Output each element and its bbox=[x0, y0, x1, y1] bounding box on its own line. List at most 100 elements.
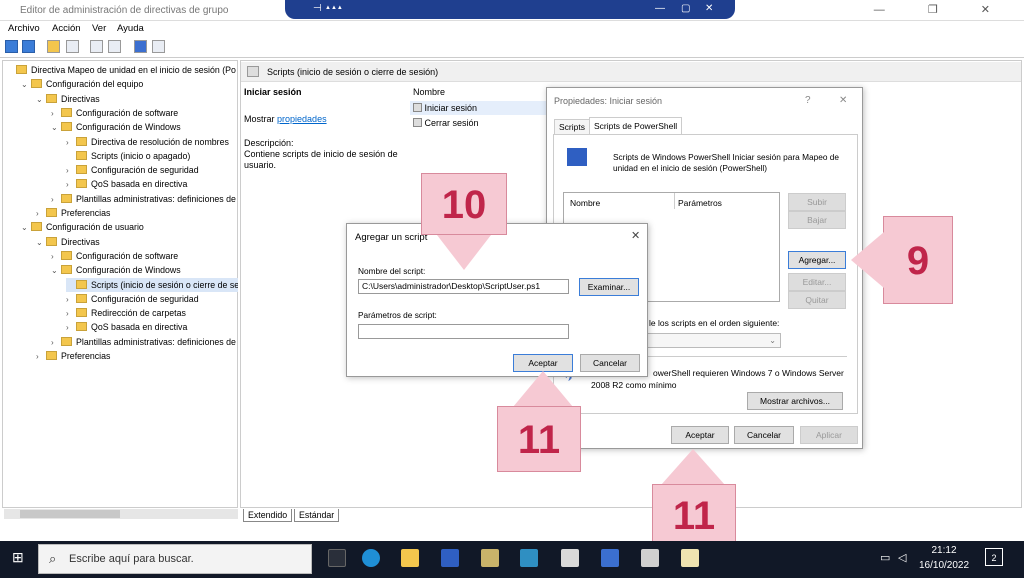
tree-node[interactable]: ⌄ Configuración de Windows bbox=[51, 120, 238, 134]
tree-node[interactable]: ⌄ Configuración de usuario bbox=[21, 220, 238, 234]
show-tree-icon[interactable] bbox=[66, 40, 79, 53]
show-files-button[interactable]: Mostrar archivos... bbox=[747, 392, 843, 410]
expander-icon[interactable]: ⌄ bbox=[21, 221, 31, 234]
expander-icon[interactable]: › bbox=[51, 193, 61, 206]
up-button[interactable]: Subir bbox=[788, 193, 846, 211]
expander-icon[interactable]: › bbox=[66, 321, 76, 334]
edit-button[interactable]: Editar... bbox=[788, 273, 846, 291]
volume-icon[interactable]: ◁ bbox=[898, 551, 906, 564]
list-item-cerrar[interactable]: Cerrar sesión bbox=[413, 118, 479, 128]
rdp-restore-button[interactable]: ▢ bbox=[681, 3, 690, 14]
tree-node[interactable]: Scripts (inicio o apagado) bbox=[66, 149, 238, 163]
notepad-icon[interactable] bbox=[561, 549, 579, 567]
expander-icon[interactable]: › bbox=[51, 107, 61, 120]
expander-icon[interactable]: › bbox=[36, 207, 46, 220]
gpo-editor-icon[interactable] bbox=[641, 549, 659, 567]
add-button[interactable]: Agregar... bbox=[788, 251, 846, 269]
script-name-input[interactable]: C:\Users\administrador\Desktop\ScriptUse… bbox=[358, 279, 569, 294]
tree-node[interactable]: › Configuración de software bbox=[51, 249, 238, 263]
expander-icon[interactable]: › bbox=[66, 178, 76, 191]
task-view-icon[interactable] bbox=[328, 549, 346, 567]
expander-icon[interactable]: ⌄ bbox=[36, 236, 46, 249]
expander-icon[interactable]: › bbox=[66, 293, 76, 306]
menu-ver[interactable]: Ver bbox=[92, 23, 106, 34]
expander-icon[interactable]: › bbox=[66, 307, 76, 320]
list-item-iniciar[interactable]: Iniciar sesión bbox=[413, 103, 477, 113]
up-folder-icon[interactable] bbox=[47, 40, 60, 53]
order-dropdown[interactable]: ⌄ bbox=[647, 333, 781, 348]
apply-button[interactable]: Aplicar bbox=[800, 426, 858, 444]
taskbar-search[interactable]: ⌕ Escribe aquí para buscar. bbox=[38, 544, 312, 574]
tree-node[interactable]: › Configuración de seguridad bbox=[66, 163, 238, 177]
export-icon[interactable] bbox=[108, 40, 121, 53]
tree-scroll-thumb[interactable] bbox=[20, 510, 120, 518]
column-name[interactable]: Nombre bbox=[413, 87, 445, 97]
add-script-ok-button[interactable]: Aceptar bbox=[513, 354, 573, 372]
tree-node[interactable]: › Configuración de software bbox=[51, 106, 238, 120]
expander-icon[interactable]: › bbox=[51, 250, 61, 263]
browse-button[interactable]: Examinar... bbox=[579, 278, 639, 296]
add-script-cancel-button[interactable]: Cancelar bbox=[580, 354, 640, 372]
tab-powershell[interactable]: Scripts de PowerShell bbox=[589, 117, 683, 135]
expander-icon[interactable]: › bbox=[36, 350, 46, 363]
tree-node[interactable]: ⌄ Directivas bbox=[36, 92, 238, 106]
tree-node[interactable]: › Preferencias bbox=[36, 349, 238, 363]
tree-node[interactable]: › QoS basada en directiva bbox=[66, 177, 238, 191]
edge-icon[interactable] bbox=[362, 549, 380, 567]
view-icon[interactable] bbox=[152, 40, 165, 53]
file-explorer-icon[interactable] bbox=[401, 549, 419, 567]
network-icon[interactable]: ▭ bbox=[880, 551, 890, 564]
expander-icon[interactable]: › bbox=[66, 164, 76, 177]
col-parametros[interactable]: Parámetros bbox=[678, 198, 722, 208]
windows-start-icon[interactable]: ⊞ bbox=[12, 550, 26, 564]
tab-scripts[interactable]: Scripts bbox=[554, 119, 590, 135]
help-button[interactable]: ? bbox=[805, 95, 811, 106]
properties-icon[interactable] bbox=[90, 40, 103, 53]
tab-extendido[interactable]: Extendido bbox=[243, 509, 293, 522]
pin-icon[interactable]: ⊣ bbox=[313, 3, 322, 14]
properties-close-button[interactable]: ✕ bbox=[839, 95, 847, 106]
down-button[interactable]: Bajar bbox=[788, 211, 846, 229]
clock-time[interactable]: 21:12 bbox=[926, 545, 962, 556]
tree-node[interactable]: › Directiva de resolución de nombres bbox=[66, 135, 238, 149]
powershell-taskbar-icon[interactable] bbox=[441, 549, 459, 567]
window-controls[interactable]: — ❐ ✕ bbox=[874, 3, 1010, 16]
back-icon[interactable] bbox=[5, 40, 18, 53]
clock-date[interactable]: 16/10/2022 bbox=[919, 560, 969, 571]
expander-icon[interactable]: › bbox=[51, 336, 61, 349]
gpmc-icon[interactable] bbox=[601, 549, 619, 567]
remove-button[interactable]: Quitar bbox=[788, 291, 846, 309]
powershell-ise-icon[interactable] bbox=[520, 549, 538, 567]
add-script-close-button[interactable]: ✕ bbox=[631, 229, 640, 242]
notifications-icon[interactable]: 2 bbox=[985, 548, 1003, 566]
tree-node[interactable]: Directiva Mapeo de unidad en el inicio d… bbox=[6, 63, 238, 77]
help-icon[interactable] bbox=[134, 40, 147, 53]
expander-icon[interactable]: › bbox=[66, 136, 76, 149]
menu-archivo[interactable]: Archivo bbox=[8, 23, 40, 34]
tree-node[interactable]: › Configuración de seguridad bbox=[66, 292, 238, 306]
forward-icon[interactable] bbox=[22, 40, 35, 53]
tree-node[interactable]: › Redirección de carpetas bbox=[66, 306, 238, 320]
properties-link[interactable]: propiedades bbox=[277, 114, 327, 124]
menu-accion[interactable]: Acción bbox=[52, 23, 81, 34]
script-file-icon[interactable] bbox=[681, 549, 699, 567]
tree-node[interactable]: › Plantillas administrativas: definicione… bbox=[51, 192, 238, 206]
tree-node[interactable]: ⌄ Configuración de Windows bbox=[51, 263, 238, 277]
tree-node[interactable]: › QoS basada en directiva bbox=[66, 320, 238, 334]
tree-node[interactable]: Scripts (inicio de sesión o cierre de se bbox=[66, 277, 238, 292]
expander-icon[interactable]: ⌄ bbox=[36, 93, 46, 106]
tree-node[interactable]: ⌄ Directivas bbox=[36, 235, 238, 249]
tab-estandar[interactable]: Estándar bbox=[294, 509, 340, 522]
expander-icon[interactable]: ⌄ bbox=[21, 78, 31, 91]
properties-ok-button[interactable]: Aceptar bbox=[671, 426, 729, 444]
expander-icon[interactable]: ⌄ bbox=[51, 121, 61, 134]
col-nombre[interactable]: Nombre bbox=[570, 198, 600, 208]
script-params-input[interactable] bbox=[358, 324, 569, 339]
expander-icon[interactable]: ⌄ bbox=[51, 264, 61, 277]
tree-node[interactable]: › Preferencias bbox=[36, 206, 238, 220]
properties-cancel-button[interactable]: Cancelar bbox=[734, 426, 794, 444]
tree-node[interactable]: ⌄ Configuración del equipo bbox=[21, 77, 238, 91]
rdp-close-button[interactable]: ✕ bbox=[705, 3, 713, 14]
tree-node[interactable]: › Plantillas administrativas: definicione… bbox=[51, 335, 238, 349]
server-manager-icon[interactable] bbox=[481, 549, 499, 567]
